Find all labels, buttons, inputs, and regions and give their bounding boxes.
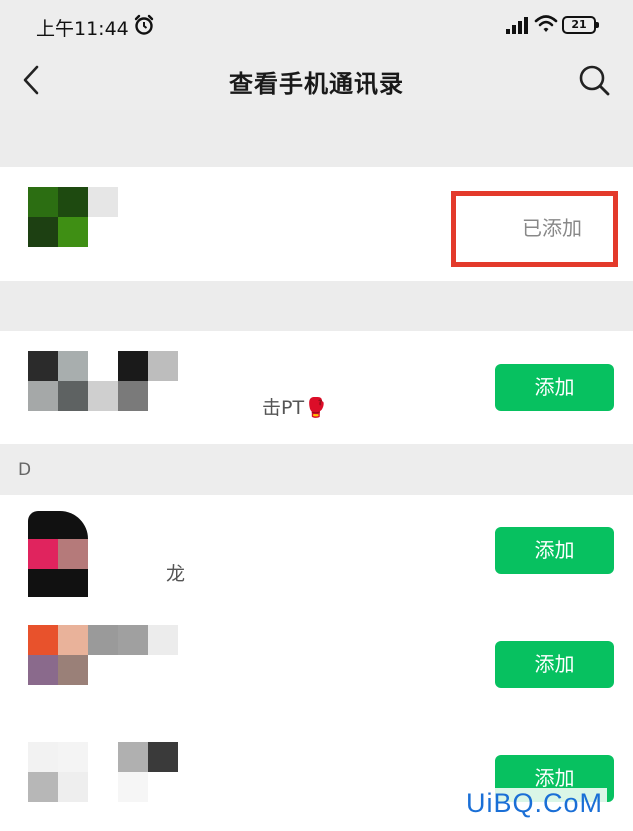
- contact-name-fragment: 龙: [166, 563, 186, 585]
- watermark: UiBQ.CoM: [462, 788, 608, 819]
- contact-name-fragment: 击PT🥊: [262, 397, 328, 419]
- wifi-icon: [534, 15, 558, 32]
- avatar: [28, 625, 178, 685]
- battery-level: 21: [571, 18, 587, 31]
- search-icon[interactable]: [578, 64, 610, 96]
- cell-signal-icon: [506, 17, 528, 34]
- avatar: [28, 511, 88, 597]
- add-contact-button[interactable]: 添加: [495, 527, 614, 574]
- contact-row[interactable]: 龙 添加: [0, 495, 633, 611]
- section-header: D: [0, 444, 633, 495]
- add-contact-button[interactable]: 添加: [495, 641, 614, 688]
- avatar: [28, 351, 178, 411]
- page-title: 查看手机通讯录: [229, 70, 404, 98]
- highlight-box: [451, 191, 618, 267]
- status-time: 上午11:44: [36, 18, 129, 40]
- contact-row[interactable]: 添加: [0, 611, 633, 722]
- section-letter: D: [18, 460, 32, 480]
- battery-indicator: 21: [562, 16, 599, 34]
- avatar: [28, 742, 178, 802]
- status-bar: 上午11:44 21: [0, 0, 633, 52]
- avatar: [28, 187, 118, 247]
- gap-band: [0, 281, 633, 331]
- gap-band: [0, 110, 633, 167]
- nav-bar: 查看手机通讯录: [0, 52, 633, 110]
- alarm-icon: [134, 14, 154, 35]
- contact-row[interactable]: 击PT🥊 添加: [0, 331, 633, 445]
- add-contact-button[interactable]: 添加: [495, 364, 614, 411]
